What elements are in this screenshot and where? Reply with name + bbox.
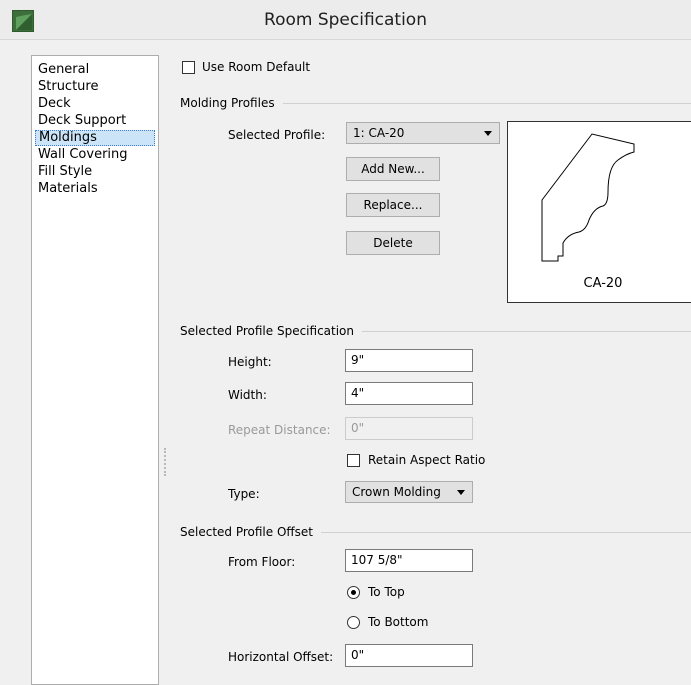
sidebar-item-wall-covering[interactable]: Wall Covering (35, 147, 131, 163)
sidebar-item-moldings[interactable]: Moldings (35, 130, 155, 146)
sidebar-item-deck[interactable]: Deck (35, 96, 74, 112)
sidebar-item-materials[interactable]: Materials (35, 181, 101, 197)
to-bottom-label: To Bottom (368, 615, 429, 629)
use-room-default-checkbox[interactable] (182, 61, 195, 74)
type-label: Type: (228, 487, 260, 501)
profile-preview-name: CA-20 (583, 276, 623, 291)
to-top-radio[interactable] (347, 586, 360, 599)
width-field[interactable]: 4" (345, 382, 473, 405)
profile-offset-group-label: Selected Profile Offset (180, 525, 322, 539)
delete-button[interactable]: Delete (346, 231, 440, 255)
sidebar-item-deck-support[interactable]: Deck Support (35, 113, 129, 129)
add-new-button[interactable]: Add New... (346, 157, 440, 181)
from-floor-field[interactable]: 107 5/8" (345, 549, 473, 572)
replace-button[interactable]: Replace... (346, 193, 440, 217)
sidebar-item-fill-style[interactable]: Fill Style (35, 164, 95, 180)
repeat-distance-label: Repeat Distance: (228, 423, 331, 437)
profile-preview: CA-20 (507, 121, 691, 303)
window-title: Room Specification (264, 10, 427, 30)
selected-profile-label: Selected Profile: (228, 128, 326, 142)
sidebar-item-general[interactable]: General (35, 62, 92, 78)
selected-profile-value: 1: CA-20 (353, 126, 405, 140)
to-top-label: To Top (368, 585, 405, 599)
dropdown-arrow-icon (457, 490, 465, 495)
type-dropdown[interactable]: Crown Molding (345, 481, 473, 503)
profile-spec-group-label: Selected Profile Specification (180, 324, 363, 338)
height-label: Height: (228, 355, 272, 369)
dropdown-arrow-icon (484, 131, 492, 136)
width-label: Width: (228, 388, 267, 402)
radio-selected-dot (351, 590, 356, 595)
from-floor-label: From Floor: (228, 555, 296, 569)
molding-profile-shape (541, 133, 635, 262)
category-list[interactable]: General Structure Deck Deck Support Mold… (31, 55, 159, 685)
splitter-handle[interactable] (164, 448, 166, 476)
horizontal-offset-label: Horizontal Offset: (228, 650, 334, 664)
type-value: Crown Molding (352, 485, 441, 499)
horizontal-offset-field[interactable]: 0" (345, 644, 473, 667)
title-bar: Room Specification (0, 0, 691, 40)
selected-profile-dropdown[interactable]: 1: CA-20 (346, 122, 500, 144)
repeat-distance-field: 0" (345, 417, 473, 440)
sidebar-item-structure[interactable]: Structure (35, 79, 101, 95)
to-bottom-radio[interactable] (347, 616, 360, 629)
molding-profiles-group-label: Molding Profiles (180, 96, 283, 110)
height-field[interactable]: 9" (345, 349, 473, 372)
use-room-default-label: Use Room Default (202, 60, 311, 74)
retain-aspect-ratio-label: Retain Aspect Ratio (368, 453, 486, 467)
retain-aspect-ratio-checkbox[interactable] (347, 454, 360, 467)
